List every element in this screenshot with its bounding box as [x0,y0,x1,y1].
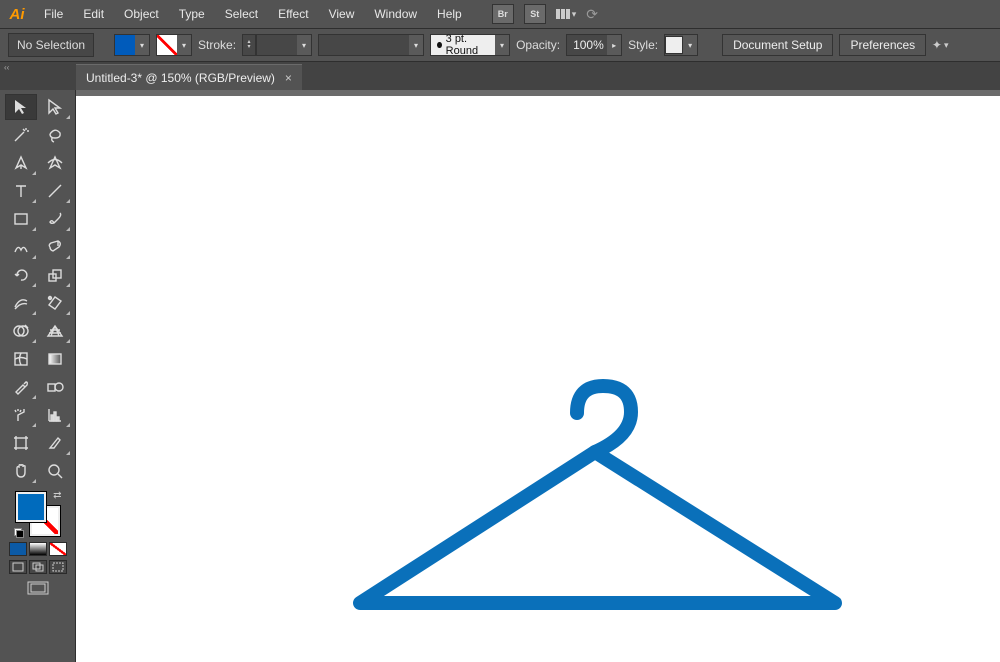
chevron-down-icon: ▾ [572,9,577,20]
stroke-weight-stepper[interactable]: ▴▾ [242,34,256,56]
curvature-tool[interactable] [39,150,71,176]
paintbrush-tool[interactable] [39,206,71,232]
bridge-button[interactable]: Br [492,4,514,24]
color-mode-solid[interactable] [9,542,27,556]
scale-tool[interactable] [39,262,71,288]
variable-width-profile-select[interactable]: ▾ [318,34,424,56]
swap-fill-stroke-icon[interactable]: ⇄ [53,490,61,501]
panel-collapse-handle[interactable]: ‹‹ [0,62,76,72]
app-logo: Ai [0,0,34,28]
draw-normal-icon[interactable] [9,560,27,574]
eyedropper-tool[interactable] [5,374,37,400]
stock-button[interactable]: St [524,4,546,24]
style-label: Style: [628,38,658,52]
style-swatch-icon [665,36,683,54]
menu-file[interactable]: File [34,0,73,28]
canvas-area[interactable] [76,90,1000,662]
menu-view[interactable]: View [319,0,365,28]
draw-inside-icon[interactable] [49,560,67,574]
mesh-tool[interactable] [5,346,37,372]
document-tab[interactable]: Untitled-3* @ 150% (RGB/Preview) × [76,64,302,90]
menu-select[interactable]: Select [215,0,268,28]
column-graph-tool[interactable] [39,402,71,428]
chevron-down-icon: ▾ [135,35,149,55]
opacity-field[interactable]: 100% ▸ [566,34,622,56]
gradient-tool[interactable] [39,346,71,372]
color-mode-none[interactable] [49,542,67,556]
stroke-label: Stroke: [198,38,236,52]
perspective-grid-tool[interactable] [39,318,71,344]
menu-object[interactable]: Object [114,0,169,28]
default-fill-stroke-icon[interactable] [14,528,24,538]
eraser-tool[interactable] [39,234,71,260]
blend-tool[interactable] [39,374,71,400]
symbol-sprayer-tool[interactable] [5,402,37,428]
chevron-down-icon: ▾ [683,35,697,55]
artwork-hanger-shape[interactable] [345,378,845,628]
artboard-tool[interactable] [5,430,37,456]
chevron-down-icon: ▾ [297,35,311,55]
zoom-tool[interactable] [39,458,71,484]
arrange-documents-button[interactable]: ▾ [556,9,577,20]
document-tab-title: Untitled-3* @ 150% (RGB/Preview) [86,71,275,85]
chevron-right-icon: ▸ [607,35,621,55]
color-mode-gradient[interactable] [29,542,47,556]
line-segment-tool[interactable] [39,178,71,204]
color-mode-row [9,542,67,556]
shape-builder-tool[interactable] [5,318,37,344]
chevron-down-icon: ▾ [177,35,191,55]
stroke-weight-field[interactable]: ▴▾ ▾ [242,34,312,56]
menu-type[interactable]: Type [169,0,215,28]
fill-swatch[interactable] [16,492,46,522]
free-transform-tool[interactable] [39,290,71,316]
menu-edit[interactable]: Edit [73,0,114,28]
preferences-button[interactable]: Preferences [839,34,926,56]
magic-wand-tool[interactable] [5,122,37,148]
sync-settings-icon[interactable]: ⟳ [586,6,598,23]
fill-stroke-control[interactable]: ⇄ [16,492,60,536]
no-stroke-swatch-icon [157,35,177,55]
type-tool[interactable] [5,178,37,204]
screen-mode-button[interactable] [26,580,50,598]
opacity-value: 100% [567,38,607,52]
hand-tool[interactable] [5,458,37,484]
workspace: ⇄ [0,90,1000,662]
artboard[interactable] [76,96,1000,662]
document-tab-bar: Untitled-3* @ 150% (RGB/Preview) × [0,62,1000,90]
selection-status: No Selection [8,33,94,57]
width-tool[interactable] [5,290,37,316]
menu-help[interactable]: Help [427,0,472,28]
align-to-button[interactable]: ✦▾ [932,37,948,53]
opacity-label: Opacity: [516,38,560,52]
menu-effect[interactable]: Effect [268,0,318,28]
brush-profile-label: 3 pt. Round [446,33,489,57]
fill-color-button[interactable]: ▾ [114,34,150,56]
draw-mode-row [9,560,67,574]
pen-tool[interactable] [5,150,37,176]
direct-selection-tool[interactable] [39,94,71,120]
shaper-tool[interactable] [5,234,37,260]
selection-tool[interactable] [5,94,37,120]
brush-definition-select[interactable]: 3 pt. Round ▾ [430,34,510,56]
graphic-style-button[interactable]: ▾ [664,34,698,56]
rotate-tool[interactable] [5,262,37,288]
chevron-down-icon: ▾ [409,35,423,55]
document-setup-button[interactable]: Document Setup [722,34,833,56]
tools-panel: ⇄ [0,90,76,662]
slice-tool[interactable] [39,430,71,456]
fill-swatch-icon [115,35,135,55]
menu-bar: Ai File Edit Object Type Select Effect V… [0,0,1000,28]
draw-behind-icon[interactable] [29,560,47,574]
lasso-tool[interactable] [39,122,71,148]
close-icon[interactable]: × [285,71,292,85]
rectangle-tool[interactable] [5,206,37,232]
control-bar: No Selection ▾ ▾ Stroke: ▴▾ ▾ ▾ 3 pt. Ro… [0,28,1000,62]
chevron-down-icon: ▾ [495,35,509,55]
stroke-color-button[interactable]: ▾ [156,34,192,56]
menu-window[interactable]: Window [364,0,427,28]
